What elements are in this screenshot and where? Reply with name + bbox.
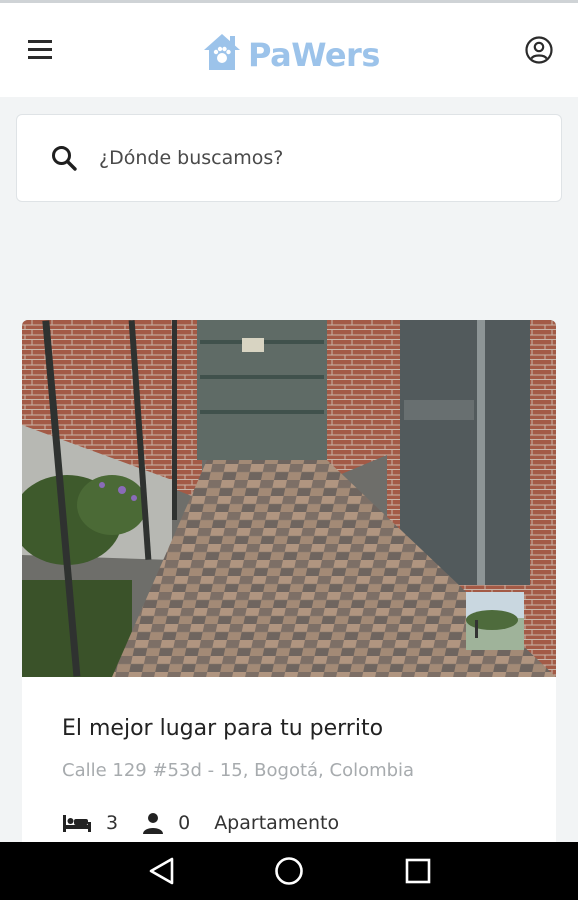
house-logo-icon <box>204 34 240 70</box>
nav-home-button[interactable] <box>271 853 307 889</box>
person-icon <box>142 812 164 834</box>
listing-features: 3 0 Apartamento <box>62 812 339 834</box>
recents-square-icon <box>405 858 431 884</box>
app-logo: PaWers <box>200 27 380 77</box>
nav-recents-button[interactable] <box>400 853 436 889</box>
search-icon[interactable] <box>49 143 79 173</box>
logo-text: PaWers <box>248 36 380 74</box>
system-nav-bar <box>0 842 578 900</box>
guests-count: 0 <box>178 812 191 834</box>
nav-back-button[interactable] <box>144 853 180 889</box>
home-circle-icon <box>275 857 303 885</box>
listing-photo[interactable] <box>22 320 556 677</box>
app-header: PaWers <box>0 3 578 97</box>
user-circle-icon <box>525 36 553 64</box>
bed-icon <box>62 812 92 834</box>
app-screen: PaWers ¿Dónde buscamos? El mejor lugar p… <box>0 0 578 900</box>
property-type: Apartamento <box>214 812 340 834</box>
beds-count: 3 <box>106 812 119 834</box>
listing-address: Calle 129 #53d - 15, Bogotá, Colombia <box>62 760 415 781</box>
listing-card[interactable]: El mejor lugar para tu perrito Calle 129… <box>22 320 556 860</box>
search-bar[interactable] <box>16 114 562 202</box>
back-triangle-icon <box>149 857 174 885</box>
hamburger-menu-icon <box>28 40 52 59</box>
search-input[interactable] <box>97 146 521 170</box>
listing-title: El mejor lugar para tu perrito <box>62 716 384 741</box>
profile-button[interactable] <box>522 33 556 67</box>
menu-button[interactable] <box>24 33 56 65</box>
